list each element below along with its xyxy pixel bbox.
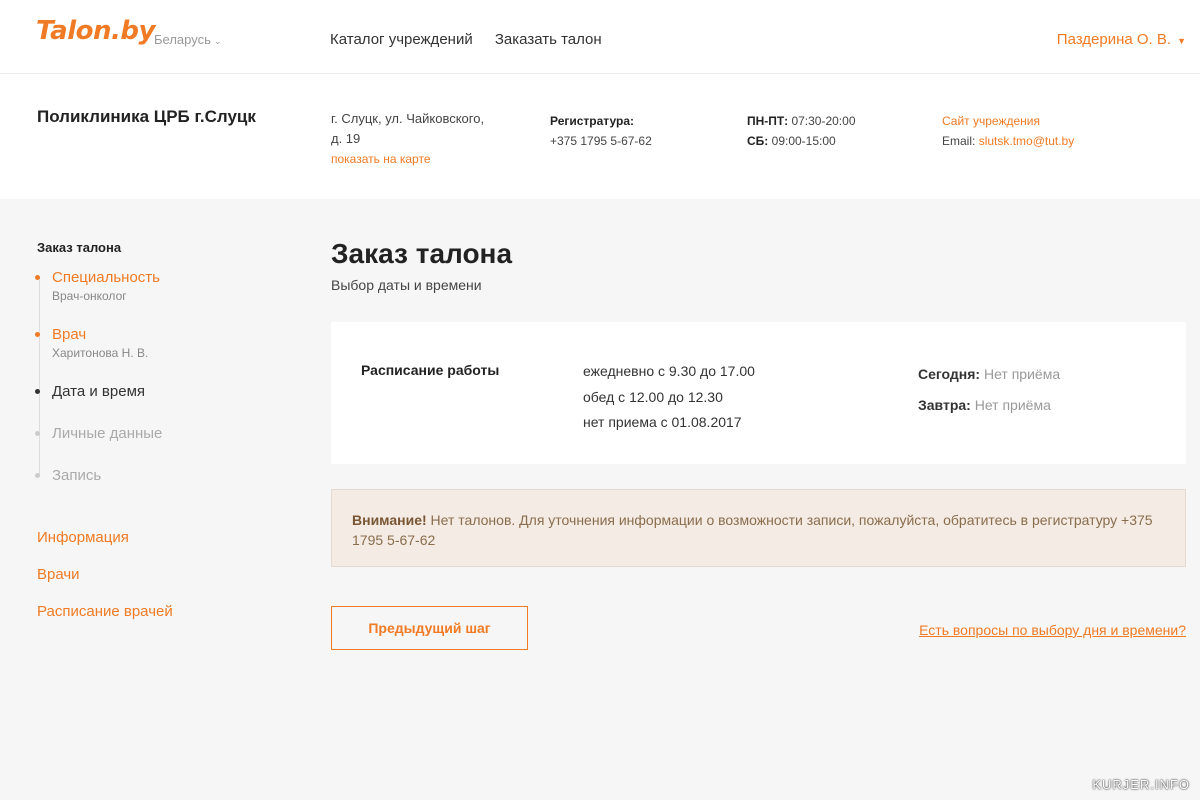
registry-phone: +375 1795 5-67-62 [550, 134, 652, 148]
chevron-down-icon: ⌄ [213, 36, 222, 46]
step-dot [35, 332, 40, 337]
step-label: Дата и время [52, 383, 146, 400]
schedule-label: Расписание работы [361, 362, 500, 378]
user-name: Паздерина О. В. [1056, 31, 1172, 48]
alert-text: Нет талонов. Для уточнения информации о … [352, 512, 1153, 548]
step-record: Запись [35, 467, 102, 484]
country-selector[interactable]: Беларусь ⌄ [154, 32, 221, 47]
step-value: Харитонова Н. В. [52, 346, 149, 360]
step-dot [35, 389, 40, 394]
today-value: Нет приёма [983, 366, 1061, 382]
address-line2: д. 19 [331, 131, 361, 146]
registry-info: Регистратура: +375 1795 5-67-62 [550, 111, 652, 151]
step-personal-data: Личные данные [35, 425, 163, 442]
weekdays-hours: 07:30-20:00 [791, 114, 856, 128]
watermark: KURJER.INFO [1092, 777, 1190, 792]
steps-line [39, 278, 40, 476]
institution-site-link[interactable]: Сайт учреждения [942, 114, 1040, 128]
today-label: Сегодня: [918, 366, 981, 382]
page-subtitle: Выбор даты и времени [331, 277, 482, 293]
step-doctor[interactable]: Врач Харитонова Н. В. [35, 326, 149, 360]
country-label: Беларусь [154, 32, 211, 47]
step-value: Врач-онколог [52, 289, 127, 303]
registry-label: Регистратура: [550, 114, 634, 128]
show-on-map-link[interactable]: показать на карте [331, 149, 511, 169]
page-title: Заказ талона [331, 238, 513, 269]
schedule-line: ежедневно с 9.30 до 17.00 [583, 363, 755, 379]
alert-strong: Внимание! [352, 512, 427, 528]
sidebar-link-doctors[interactable]: Врачи [37, 566, 80, 583]
email-label: Email: [942, 134, 976, 148]
schedule-line: обед с 12.00 до 12.30 [583, 388, 723, 405]
saturday-label: СБ: [747, 134, 769, 148]
schedule-list: ежедневно с 9.30 до 17.00 обед с 12.00 д… [583, 359, 755, 436]
top-navbar: Talon.by Беларусь ⌄ Каталог учреждений За… [0, 0, 1200, 74]
weekdays-label: ПН-ПТ: [747, 114, 789, 128]
tomorrow-value: Нет приёма [974, 397, 1051, 413]
sidebar-link-info[interactable]: Информация [37, 529, 129, 546]
previous-step-button[interactable]: Предыдущий шаг [331, 606, 528, 650]
step-specialty[interactable]: Специальность Врач-онколог [35, 269, 160, 303]
main-nav: Каталог учреждений Заказать талон [330, 31, 620, 48]
schedule-card: Расписание работы ежедневно с 9.30 до 17… [331, 322, 1186, 464]
step-dot [35, 431, 40, 436]
address-line1: г. Слуцк, ул. Чайковского, [331, 111, 485, 126]
caret-down-icon: ▼ [1177, 36, 1186, 46]
saturday-hours: 09:00-15:00 [771, 134, 836, 148]
sidebar-title: Заказ талона [37, 240, 122, 255]
email-link[interactable]: slutsk.tmo@tut.by [979, 134, 1075, 148]
schedule-line: нет приема с 01.08.2017 [583, 414, 742, 430]
availability: Сегодня: Нет приёма Завтра: Нет приёма [918, 359, 1060, 421]
working-hours: ПН-ПТ: 07:30-20:00 СБ: 09:00-15:00 [747, 111, 856, 151]
questions-link[interactable]: Есть вопросы по выбору дня и времени? [919, 622, 1186, 638]
institution-address: г. Слуцк, ул. Чайковского, д. 19 показат… [331, 109, 511, 169]
institution-header: Поликлиника ЦРБ г.Слуцк г. Слуцк, ул. Ча… [0, 74, 1200, 199]
step-label: Врач [52, 326, 87, 343]
step-date-time: Дата и время [35, 383, 146, 400]
user-menu[interactable]: Паздерина О. В. ▼ [1057, 31, 1186, 48]
step-label: Специальность [52, 269, 160, 286]
tomorrow-label: Завтра: [918, 397, 971, 413]
step-label: Запись [52, 467, 102, 484]
institution-contacts: Сайт учреждения Email: slutsk.tmo@tut.by [942, 111, 1074, 151]
warning-alert: Внимание! Нет талонов. Для уточнения инф… [331, 489, 1186, 567]
step-dot [35, 473, 40, 478]
nav-catalog[interactable]: Каталог учреждений [330, 31, 473, 48]
step-label: Личные данные [52, 425, 163, 442]
step-dot [35, 275, 40, 280]
institution-name: Поликлиника ЦРБ г.Слуцк [37, 107, 256, 126]
nav-order-ticket[interactable]: Заказать талон [495, 31, 602, 48]
site-logo[interactable]: Talon.by [36, 16, 155, 46]
sidebar-link-schedule[interactable]: Расписание врачей [37, 603, 173, 620]
